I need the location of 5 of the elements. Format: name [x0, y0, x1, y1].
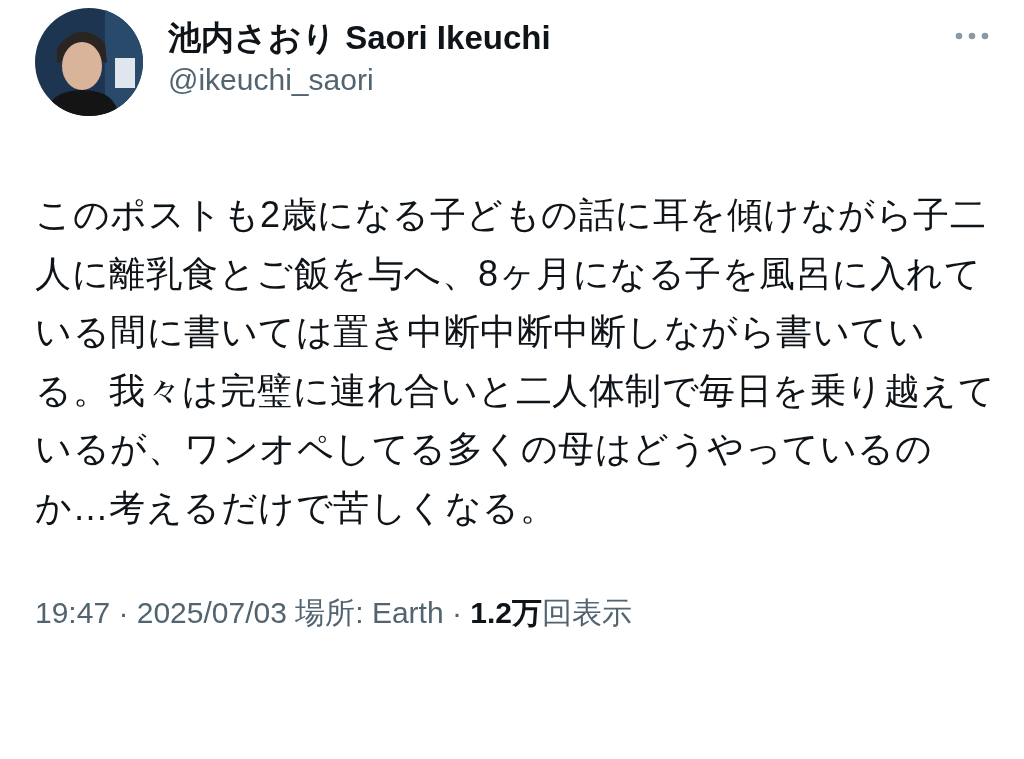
post-meta: 19:47 · 2025/07/03 場所: Earth · 1.2万回表示: [35, 595, 633, 631]
author-name[interactable]: 池内さおり Saori Ikeuchi: [168, 15, 551, 61]
more-icon[interactable]: [955, 32, 989, 40]
author-handle[interactable]: @ikeuchi_saori: [168, 62, 551, 97]
post-text: このポストも2歳になる子どもの話に耳を傾けながら子二人に離乳食とご飯を与へ、8ヶ月になる子を風呂に入れている間に書いては置き中断中断中断しながら書いている。我々は完璧に連れ合いと二人体制で毎日を乗り越えているが、ワンオペしてる多くの母はどうやっているのか…考えるだけで苦しくなる。: [35, 193, 995, 530]
